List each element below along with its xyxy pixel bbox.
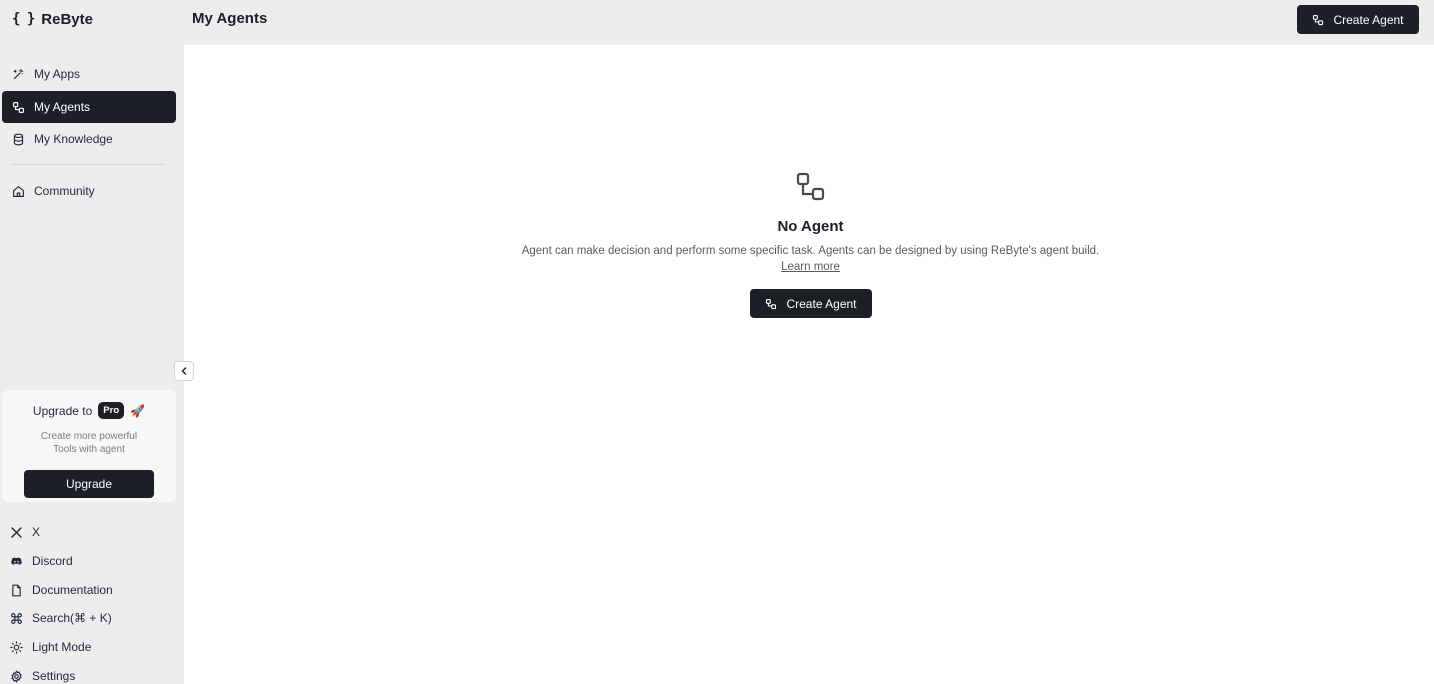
sidebar-item-my-knowledge[interactable]: My Knowledge xyxy=(2,123,176,155)
sidebar-item-label: My Knowledge xyxy=(34,132,113,146)
sidebar-item-community[interactable]: Community xyxy=(2,175,176,207)
home-icon xyxy=(13,185,24,197)
wand-icon xyxy=(13,68,24,79)
light-mode-toggle[interactable]: Light Mode xyxy=(10,637,91,657)
sidebar-item-label: Community xyxy=(34,184,95,198)
upgrade-title: Upgrade to Pro 🚀 xyxy=(2,402,176,419)
page-title: My Agents xyxy=(192,10,268,27)
app-name: ReByte xyxy=(41,10,93,28)
workflow-icon xyxy=(13,101,24,113)
discord-link-label: Discord xyxy=(32,554,73,568)
x-logo-icon xyxy=(11,526,22,538)
document-icon xyxy=(12,584,21,596)
main-content: No Agent Agent can make decision and per… xyxy=(184,45,1434,684)
create-agent-label: Create Agent xyxy=(786,296,857,311)
discord-link[interactable]: Discord xyxy=(10,551,73,571)
empty-state-description: Agent can make decision and perform some… xyxy=(521,245,1100,257)
logo-icon: { } xyxy=(12,11,35,27)
chevron-left-icon xyxy=(181,367,187,375)
sidebar-item-my-agents[interactable]: My Agents xyxy=(2,91,176,123)
upgrade-description: Create more powerful Tools with agent xyxy=(2,430,176,456)
pro-badge: Pro xyxy=(98,402,125,419)
search-link[interactable]: Search(⌘ + K) xyxy=(10,608,112,628)
workflow-icon xyxy=(1313,14,1324,25)
workflow-icon xyxy=(796,172,825,201)
logo[interactable]: { } ReByte xyxy=(12,9,93,29)
empty-state-title: No Agent xyxy=(777,218,844,235)
create-agent-button[interactable]: Create Agent xyxy=(750,289,872,318)
rocket-icon: 🚀 xyxy=(130,403,146,418)
create-agent-button[interactable]: Create Agent xyxy=(1297,5,1419,34)
light-mode-label: Light Mode xyxy=(32,640,92,654)
documentation-link-label: Documentation xyxy=(32,583,113,597)
gear-icon xyxy=(11,669,22,683)
upgrade-desc-line: Create more powerful xyxy=(40,431,138,442)
x-link[interactable]: X xyxy=(10,522,40,542)
sidebar: { } ReByte My Apps My Agents My Knowledg… xyxy=(0,0,184,684)
upgrade-prefix: Upgrade to xyxy=(32,403,93,418)
sidebar-divider xyxy=(12,164,164,165)
x-link-label: X xyxy=(32,525,41,539)
collapse-sidebar-button[interactable] xyxy=(174,361,194,381)
learn-more-row: Learn more xyxy=(184,261,1434,273)
search-link-label: Search(⌘ + K) xyxy=(32,611,112,625)
database-icon xyxy=(13,133,24,145)
sidebar-item-label: My Agents xyxy=(34,100,91,114)
sun-icon xyxy=(10,640,23,654)
discord-icon xyxy=(11,556,22,565)
documentation-link[interactable]: Documentation xyxy=(10,580,113,600)
workflow-icon xyxy=(766,298,777,309)
command-icon xyxy=(11,612,22,624)
upgrade-button[interactable]: Upgrade xyxy=(24,470,154,498)
learn-more-link[interactable]: Learn more xyxy=(781,261,840,273)
upgrade-desc-line: Tools with agent xyxy=(53,444,125,455)
sidebar-item-my-apps[interactable]: My Apps xyxy=(2,58,176,90)
sidebar-item-label: My Apps xyxy=(34,67,81,81)
settings-label: Settings xyxy=(32,669,76,683)
create-agent-label: Create Agent xyxy=(1333,12,1404,27)
upgrade-card: Upgrade to Pro 🚀 Create more powerful To… xyxy=(2,390,176,502)
settings-link[interactable]: Settings xyxy=(10,666,75,684)
